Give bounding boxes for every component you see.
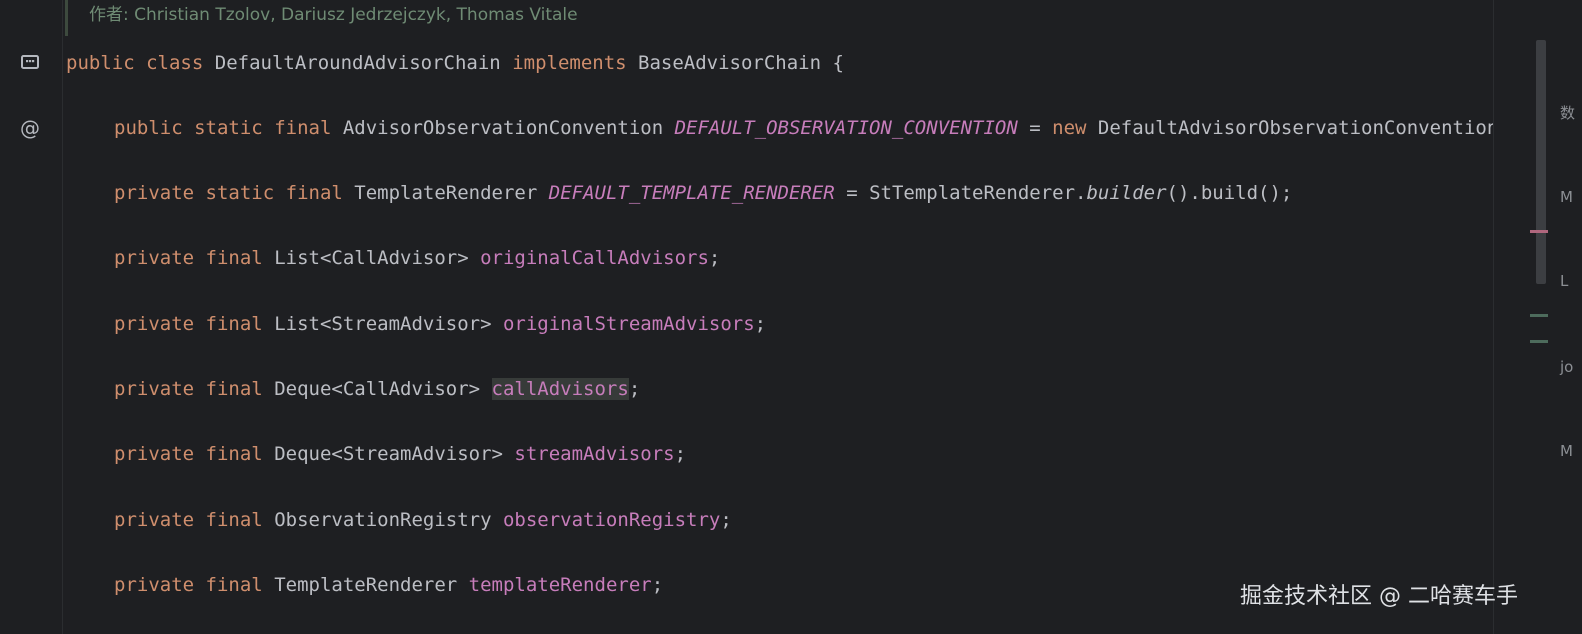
keyword: private bbox=[114, 574, 195, 596]
at-sign-icon[interactable]: @ bbox=[18, 116, 42, 140]
brace: { bbox=[832, 52, 844, 74]
error-stripe-marker[interactable] bbox=[1530, 230, 1548, 233]
keyword: final bbox=[205, 313, 263, 335]
watermark: 掘金技术社区 @ 二哈赛车手 bbox=[1240, 584, 1518, 609]
type-name: TemplateRenderer bbox=[274, 574, 458, 596]
keyword: private bbox=[114, 182, 195, 204]
semicolon: ; bbox=[720, 509, 732, 531]
doc-comment-author: 作者: Christian Tzolov, Dariusz Jedrzejczy… bbox=[89, 5, 578, 25]
type-name: ObservationRegistry bbox=[274, 509, 492, 531]
code-line-call-advisors[interactable]: private final Deque<CallAdvisor> callAdv… bbox=[114, 377, 640, 401]
keyword: final bbox=[205, 443, 263, 465]
side-panel-text: jo bbox=[1560, 358, 1574, 376]
code-line-stream-advisors[interactable]: private final Deque<StreamAdvisor> strea… bbox=[114, 442, 686, 466]
right-margin-guide bbox=[1493, 0, 1494, 634]
type-name: Deque<CallAdvisor> bbox=[274, 378, 481, 400]
keyword: private bbox=[114, 247, 195, 269]
type-name: List<CallAdvisor> bbox=[274, 247, 469, 269]
interface-name: BaseAdvisorChain bbox=[638, 52, 822, 74]
keyword: final bbox=[285, 182, 343, 204]
keyword: private bbox=[114, 378, 195, 400]
semicolon: ; bbox=[708, 247, 721, 269]
semicolon: ; bbox=[754, 313, 767, 335]
keyword: private bbox=[114, 443, 195, 465]
method-chain: ().build(); bbox=[1166, 182, 1293, 204]
side-panel-cropped: 数 M L jo M bbox=[1552, 0, 1582, 634]
side-panel-text: M bbox=[1560, 188, 1573, 206]
field-name: streamAdvisors bbox=[514, 443, 675, 465]
code-editor-window: @ 作者: Christian Tzolov, Dariusz Jedrzejc… bbox=[0, 0, 1582, 634]
code-line-observation-convention[interactable]: public static final AdvisorObservationCo… bbox=[114, 116, 1493, 140]
class-reference: StTemplateRenderer. bbox=[869, 182, 1087, 204]
constructor-call: DefaultAdvisorObservationConvention bbox=[1097, 117, 1493, 139]
field-name-highlighted[interactable]: callAdvisors bbox=[491, 378, 629, 400]
side-panel-text: L bbox=[1560, 272, 1569, 290]
keyword: public bbox=[66, 52, 135, 74]
keyword: final bbox=[205, 378, 263, 400]
field-name: observationRegistry bbox=[502, 509, 721, 531]
field-name: originalStreamAdvisors bbox=[502, 313, 755, 335]
side-panel-text: 数 bbox=[1560, 104, 1576, 122]
type-name: AdvisorObservationConvention bbox=[342, 117, 664, 139]
scrollbar-thumb[interactable] bbox=[1536, 40, 1546, 284]
code-line-original-call-advisors[interactable]: private final List<CallAdvisor> original… bbox=[114, 246, 720, 270]
operator: = bbox=[1029, 117, 1041, 139]
operator: = bbox=[846, 182, 858, 204]
type-name: List<StreamAdvisor> bbox=[274, 313, 492, 335]
code-line-observation-registry[interactable]: private final ObservationRegistry observ… bbox=[114, 508, 732, 532]
keyword: final bbox=[274, 117, 332, 139]
editor-gutter: @ bbox=[0, 0, 62, 634]
code-line-class-declaration[interactable]: public class DefaultAroundAdvisorChain i… bbox=[66, 51, 844, 75]
type-name: Deque<StreamAdvisor> bbox=[274, 443, 503, 465]
keyword: class bbox=[146, 52, 204, 74]
static-method-call: builder bbox=[1086, 182, 1167, 204]
constant-name: DEFAULT_TEMPLATE_RENDERER bbox=[548, 182, 835, 204]
code-line-original-stream-advisors[interactable]: private final List<StreamAdvisor> origin… bbox=[114, 312, 766, 336]
code-line-template-renderer-constant[interactable]: private static final TemplateRenderer DE… bbox=[114, 181, 1292, 205]
side-panel-text: M bbox=[1560, 442, 1573, 460]
type-name: TemplateRenderer bbox=[354, 182, 538, 204]
keyword: private bbox=[114, 313, 195, 335]
semicolon: ; bbox=[651, 574, 664, 596]
constant-name: DEFAULT_OBSERVATION_CONVENTION bbox=[674, 117, 1018, 139]
doc-comment-marker bbox=[65, 0, 68, 36]
change-stripe-marker[interactable] bbox=[1530, 314, 1548, 317]
keyword: implements bbox=[512, 52, 627, 74]
editor-content[interactable]: 作者: Christian Tzolov, Dariusz Jedrzejczy… bbox=[63, 0, 1493, 634]
code-line-template-renderer[interactable]: private final TemplateRenderer templateR… bbox=[114, 573, 663, 597]
field-name: originalCallAdvisors bbox=[480, 247, 709, 269]
semicolon: ; bbox=[628, 378, 641, 400]
field-name: templateRenderer bbox=[468, 574, 652, 596]
change-stripe-marker[interactable] bbox=[1530, 340, 1548, 343]
class-name: DefaultAroundAdvisorChain bbox=[214, 52, 501, 74]
keyword: static bbox=[194, 117, 263, 139]
keyword: private bbox=[114, 509, 195, 531]
keyword: final bbox=[205, 574, 263, 596]
keyword: final bbox=[205, 247, 263, 269]
class-structure-icon[interactable] bbox=[18, 50, 42, 74]
keyword: final bbox=[205, 509, 263, 531]
semicolon: ; bbox=[674, 443, 687, 465]
keyword: static bbox=[205, 182, 275, 204]
keyword: new bbox=[1052, 117, 1087, 139]
keyword: public bbox=[114, 117, 183, 139]
